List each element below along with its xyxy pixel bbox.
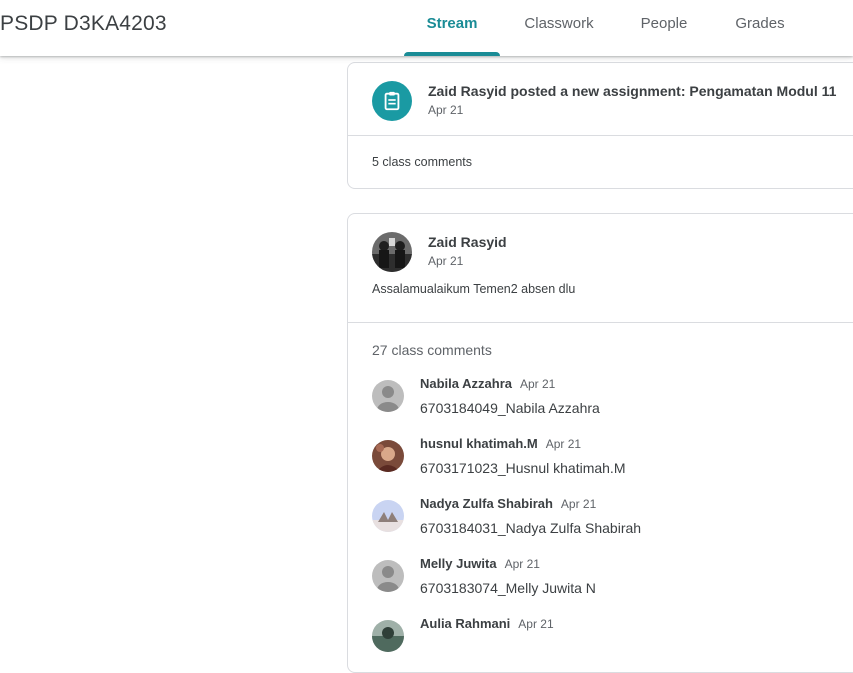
comment-author-name: Melly Juwita: [420, 556, 497, 571]
comment-author: Nabila Azzahra Apr 21: [420, 376, 555, 391]
announcement-text: Assalamualaikum Temen2 absen dlu: [372, 282, 576, 296]
tab-classwork[interactable]: Classwork: [511, 0, 607, 56]
comment-item: Nabila Azzahra Apr 21 6703184049_Nabila A…: [372, 374, 852, 422]
comment-author-name: Nabila Azzahra: [420, 376, 512, 391]
announcement-card: Zaid Rasyid Apr 21 Assalamualaikum Temen…: [347, 213, 853, 673]
comment-text: 6703183074_Melly Juwita N: [420, 580, 596, 596]
comment-author: husnul khatimah.M Apr 21: [420, 436, 581, 451]
photo-avatar: [372, 500, 404, 532]
photo-avatar: [372, 440, 404, 472]
comment-date: Apr 21: [545, 437, 582, 451]
divider: [348, 322, 853, 323]
class-comments-count[interactable]: 27 class comments: [372, 342, 492, 358]
tab-people[interactable]: People: [616, 0, 712, 56]
comment-author: Melly Juwita Apr 21: [420, 556, 540, 571]
comment-author-name: Nadya Zulfa Shabirah: [420, 496, 553, 511]
divider: [348, 135, 853, 136]
class-title[interactable]: PSDP D3KA4203: [0, 12, 167, 36]
default-avatar: [372, 560, 404, 592]
top-header: PSDP D3KA4203 Stream Classwork People Gr…: [0, 0, 853, 56]
comment-author: Aulia Rahmani Apr 21: [420, 616, 554, 631]
assignment-post-card[interactable]: Zaid Rasyid posted a new assignment: Pen…: [347, 62, 853, 189]
tab-label: People: [640, 15, 688, 32]
comment-date: Apr 21: [560, 497, 597, 511]
comment-item: Nadya Zulfa Shabirah Apr 21 6703184031_Na…: [372, 494, 852, 542]
author-avatar: [372, 232, 412, 272]
comment-author-name: Aulia Rahmani: [420, 616, 511, 631]
author-name: Zaid Rasyid: [428, 234, 507, 250]
post-date: Apr 21: [428, 254, 464, 268]
assignment-icon: [372, 81, 412, 121]
comment-text: 6703171023_Husnul khatimah.M: [420, 460, 626, 476]
comment-author: Nadya Zulfa Shabirah Apr 21: [420, 496, 596, 511]
post-date: Apr 21: [428, 103, 464, 117]
assignment-post-title[interactable]: Zaid Rasyid posted a new assignment: Pen…: [428, 83, 836, 99]
default-avatar: [372, 380, 404, 412]
comment-item: husnul khatimah.M Apr 21 6703171023_Husnu…: [372, 434, 852, 482]
photo-avatar: [372, 620, 404, 652]
tab-label: Stream: [426, 15, 478, 32]
comment-item: Aulia Rahmani Apr 21: [372, 614, 852, 662]
comment-date: Apr 21: [520, 377, 556, 391]
comment-item: Melly Juwita Apr 21 6703183074_Melly Juwi…: [372, 554, 852, 602]
tab-grades[interactable]: Grades: [712, 0, 808, 56]
comment-author-name: husnul khatimah.M: [420, 436, 538, 451]
comment-text: 6703184031_Nadya Zulfa Shabirah: [420, 520, 642, 536]
comment-text: 6703184049_Nabila Azzahra: [420, 400, 600, 416]
tab-label: Grades: [735, 15, 785, 32]
active-tab-indicator: [404, 52, 500, 56]
comment-date: Apr 21: [504, 557, 540, 571]
tab-stream[interactable]: Stream: [404, 0, 500, 56]
comment-date: Apr 21: [518, 617, 554, 631]
class-comments-link[interactable]: 5 class comments: [372, 155, 472, 169]
tab-label: Classwork: [524, 15, 594, 32]
